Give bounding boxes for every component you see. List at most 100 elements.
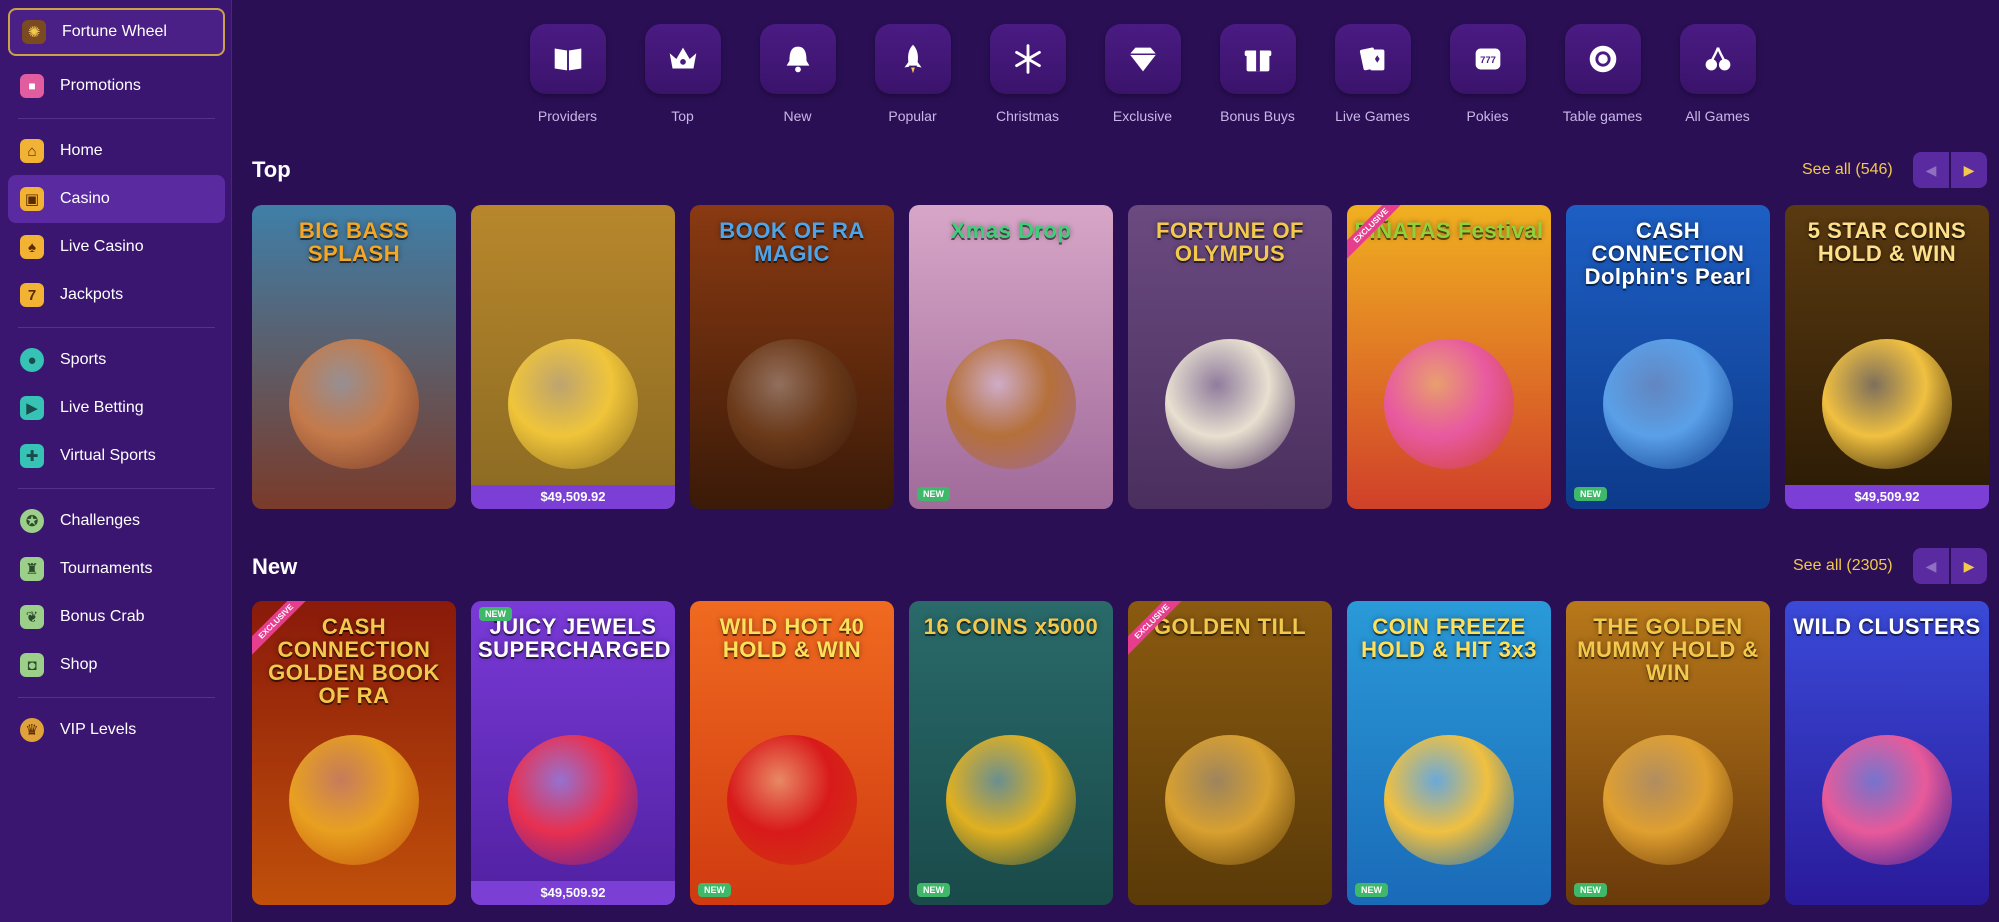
category-tile <box>1679 24 1756 94</box>
fortune-wheel-icon: ✺ <box>22 20 46 44</box>
game-artwork <box>1603 339 1733 469</box>
category-bonus-buys[interactable]: Bonus Buys <box>1200 24 1315 124</box>
sidebar-item-vip-levels[interactable]: ♛ VIP Levels <box>8 706 225 754</box>
sidebar-item-fortune-wheel[interactable]: ✺ Fortune Wheel <box>8 8 225 56</box>
sidebar-item-label: Fortune Wheel <box>62 23 167 40</box>
sidebar-item-virtual-sports[interactable]: ✚ Virtual Sports <box>8 432 225 480</box>
rocket-icon <box>903 44 922 74</box>
game-artwork <box>508 735 638 865</box>
category-tile <box>989 24 1066 94</box>
game-title: BOOK OF RA MAGIC <box>719 218 865 267</box>
live-betting-icon: ▶ <box>20 396 44 420</box>
game-card[interactable]: JUICY JEWELS SUPERCHARGED $49,509.92 NEW <box>471 601 675 905</box>
game-artwork <box>289 735 419 865</box>
section-title-top: Top <box>252 157 291 182</box>
category-label: Providers <box>537 108 598 124</box>
game-title: JUICY JEWELS SUPERCHARGED <box>478 614 672 663</box>
jackpot-amount: $49,509.92 <box>471 881 675 905</box>
sidebar-divider <box>18 488 215 489</box>
new-badge: NEW <box>1574 883 1607 897</box>
category-exclusive[interactable]: Exclusive <box>1085 24 1200 124</box>
sidebar-item-live-betting[interactable]: ▶ Live Betting <box>8 384 225 432</box>
sidebar-item-tournaments[interactable]: ♜ Tournaments <box>8 545 225 593</box>
game-card[interactable]: THE GOLDEN MUMMY HOLD & WIN NEW <box>1566 601 1770 905</box>
sidebar-item-live-casino[interactable]: ♠ Live Casino <box>8 223 225 271</box>
new-badge: NEW <box>698 883 731 897</box>
sidebar-item-label: Shop <box>60 656 98 673</box>
game-card[interactable]: $49,509.92 <box>471 205 675 509</box>
category-label: Popular <box>888 108 937 124</box>
category-pokies[interactable]: 777 Pokies <box>1430 24 1545 124</box>
carousel-next-button[interactable]: ▶ <box>1951 548 1987 584</box>
game-card[interactable]: WILD CLUSTERS <box>1785 601 1989 905</box>
carousel-next-button[interactable]: ▶ <box>1951 152 1987 188</box>
category-table-games[interactable]: Table games <box>1545 24 1660 124</box>
game-artwork <box>1165 735 1295 865</box>
sidebar-divider <box>18 118 215 119</box>
category-tile <box>759 24 836 94</box>
category-christmas[interactable]: Christmas <box>970 24 1085 124</box>
category-tile <box>1104 24 1181 94</box>
home-icon: ⌂ <box>20 139 44 163</box>
see-all-new-link[interactable]: See all (2305) <box>1793 557 1893 575</box>
game-artwork <box>1603 735 1733 865</box>
game-artwork <box>1165 339 1295 469</box>
live-casino-icon: ♠ <box>20 235 44 259</box>
game-title: CASH CONNECTION GOLDEN BOOK OF RA <box>268 614 440 709</box>
category-providers[interactable]: Providers <box>510 24 625 124</box>
sidebar-item-bonus-crab[interactable]: ❦ Bonus Crab <box>8 593 225 641</box>
sidebar-item-label: Promotions <box>60 77 141 94</box>
top-carousel-arrows: ◀ ▶ <box>1913 152 1987 188</box>
carousel-prev-button[interactable]: ◀ <box>1913 152 1949 188</box>
category-label: Live Games <box>1335 108 1410 124</box>
game-card[interactable]: 5 STAR COINS HOLD & WIN $49,509.92 <box>1785 205 1989 509</box>
game-artwork <box>946 339 1076 469</box>
game-card[interactable]: EXCLUSIVE CASH CONNECTION GOLDEN BOOK OF … <box>252 601 456 905</box>
sidebar: ✺ Fortune Wheel ■ Promotions ⌂ Home ▣ Ca… <box>0 0 232 922</box>
sidebar-item-sports[interactable]: ● Sports <box>8 336 225 384</box>
new-badge: NEW <box>1574 487 1607 501</box>
top-games-row: BIG BASS SPLASH $49,509.92 BOOK OF RA MAGI… <box>252 205 1989 509</box>
see-all-top-link[interactable]: See all (546) <box>1802 161 1893 179</box>
game-artwork <box>1822 735 1952 865</box>
game-card[interactable]: 16 COINS x5000 NEW <box>909 601 1113 905</box>
shop-bag-icon: ◘ <box>20 653 44 677</box>
game-card[interactable]: Xmas Drop NEW <box>909 205 1113 509</box>
game-card[interactable]: CASH CONNECTION Dolphin's Pearl NEW <box>1566 205 1770 509</box>
challenge-icon: ✪ <box>20 509 44 533</box>
game-card[interactable]: WILD HOT 40 HOLD & WIN NEW <box>690 601 894 905</box>
sidebar-item-label: Live Betting <box>60 399 144 416</box>
category-top[interactable]: Top <box>625 24 740 124</box>
game-card[interactable]: EXCLUSIVE GOLDEN TILL <box>1128 601 1332 905</box>
game-card[interactable]: COIN FREEZE HOLD & HIT 3x3 NEW <box>1347 601 1551 905</box>
game-card[interactable]: BIG BASS SPLASH <box>252 205 456 509</box>
game-artwork <box>727 339 857 469</box>
slot-machine-icon: ▣ <box>20 187 44 211</box>
sidebar-item-challenges[interactable]: ✪ Challenges <box>8 497 225 545</box>
category-popular[interactable]: Popular <box>855 24 970 124</box>
game-artwork <box>1384 339 1514 469</box>
sidebar-item-jackpots[interactable]: 7 Jackpots <box>8 271 225 319</box>
game-artwork <box>946 735 1076 865</box>
game-card[interactable]: BOOK OF RA MAGIC <box>690 205 894 509</box>
game-card[interactable]: EXCLUSIVE PIÑATAS Festival <box>1347 205 1551 509</box>
game-card[interactable]: FORTUNE OF OLYMPUS <box>1128 205 1332 509</box>
game-title: WILD CLUSTERS <box>1793 614 1981 639</box>
new-badge: NEW <box>479 607 512 621</box>
sidebar-item-shop[interactable]: ◘ Shop <box>8 641 225 689</box>
category-bar: Providers Top New Popular Christmas Excl… <box>510 24 1775 124</box>
sidebar-item-casino[interactable]: ▣ Casino <box>8 175 225 223</box>
cherries-icon <box>1705 47 1730 71</box>
carousel-prev-button[interactable]: ◀ <box>1913 548 1949 584</box>
sidebar-item-home[interactable]: ⌂ Home <box>8 127 225 175</box>
category-tile <box>529 24 606 94</box>
sidebar-item-label: Home <box>60 142 103 159</box>
category-new[interactable]: New <box>740 24 855 124</box>
category-all-games[interactable]: All Games <box>1660 24 1775 124</box>
sidebar-item-promotions[interactable]: ■ Promotions <box>8 62 225 110</box>
sidebar-item-label: Tournaments <box>60 560 153 577</box>
diamond-icon <box>1129 47 1156 72</box>
gift-icon: ■ <box>20 74 44 98</box>
category-live-games[interactable]: Live Games <box>1315 24 1430 124</box>
snowflake-icon <box>1014 44 1041 74</box>
